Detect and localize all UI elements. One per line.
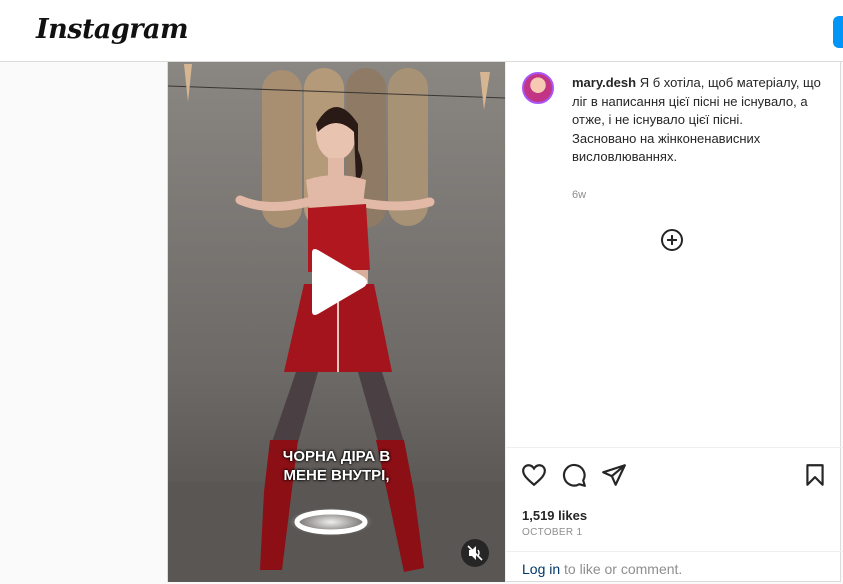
post-container: ЧОРНА ДІРА В МЕНЕ ВНУТРІ, mary.desh Я б … xyxy=(167,62,843,582)
top-nav-bar: Instagram xyxy=(0,0,843,62)
paper-plane-icon[interactable] xyxy=(601,462,627,488)
post-date: OCTOBER 1 xyxy=(522,527,583,538)
muted-speaker-icon[interactable] xyxy=(461,539,489,567)
login-prompt: Log in to like or comment. xyxy=(506,551,843,582)
avatar[interactable] xyxy=(522,72,554,104)
sign-up-button[interactable] xyxy=(833,16,843,48)
video-caption-line1: ЧОРНА ДІРА В xyxy=(282,448,391,465)
instagram-logo[interactable]: Instagram xyxy=(36,14,189,45)
post-caption: mary.desh Я б хотіла, щоб матеріалу, що … xyxy=(572,74,822,167)
login-suffix: to like or comment. xyxy=(560,561,683,577)
plus-circle-icon[interactable] xyxy=(660,228,684,252)
post-sidebar: mary.desh Я б хотіла, щоб матеріалу, що … xyxy=(505,62,843,582)
caption-text-2: Засновано на жінконенависних висловлюван… xyxy=(572,130,761,165)
video-caption: ЧОРНА ДІРА В МЕНЕ ВНУТРІ, xyxy=(168,447,505,485)
login-link[interactable]: Log in xyxy=(522,561,560,577)
post-time[interactable]: 6w xyxy=(572,189,586,201)
video-frame xyxy=(168,62,505,582)
heart-icon[interactable] xyxy=(521,462,547,488)
play-icon[interactable] xyxy=(306,247,370,317)
reel-video[interactable]: ЧОРНА ДІРА В МЕНЕ ВНУТРІ, xyxy=(168,62,505,582)
comment-bubble-icon[interactable] xyxy=(561,462,587,488)
post-actions-bar xyxy=(506,447,843,492)
likes-count[interactable]: 1,519 likes xyxy=(522,508,587,523)
video-caption-line2: МЕНЕ ВНУТРІ, xyxy=(283,467,390,484)
bookmark-icon[interactable] xyxy=(802,462,828,488)
username-link[interactable]: mary.desh xyxy=(572,75,636,90)
